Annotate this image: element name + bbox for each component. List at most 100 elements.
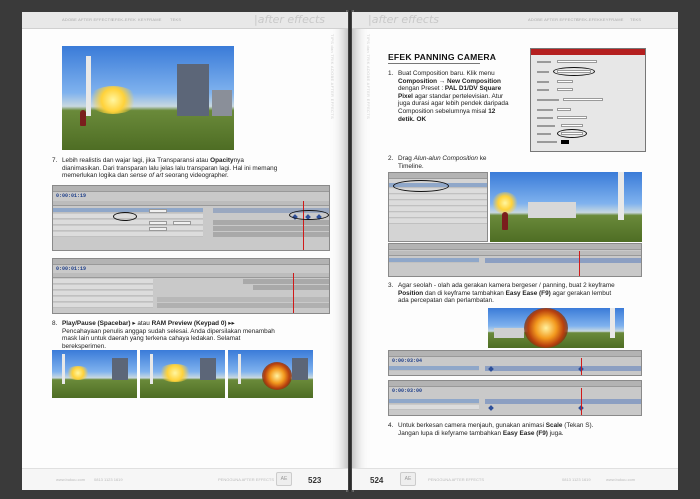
text-segment: memerlukan logika dan <box>62 172 130 180</box>
building <box>112 358 128 380</box>
layer-bar <box>485 258 641 263</box>
mode-dropdown <box>149 209 167 213</box>
timecode: 0:00:01:19 <box>56 266 87 272</box>
layer-row <box>53 285 153 290</box>
text-segment: Agar seolah - olah ada gerakan kamera be… <box>398 282 615 289</box>
project-item <box>389 219 487 224</box>
pixel-aspect-field <box>563 98 603 101</box>
panel-tabs <box>53 186 329 192</box>
timeline-screenshot: 0:00:03:00 <box>388 380 642 416</box>
text-segment: ada percepatan dan perlambatan. <box>398 297 494 305</box>
building <box>212 90 232 116</box>
text-segment: mask lain untuk daerah yang terkena caha… <box>62 335 241 343</box>
timeline-screenshot: 0:00:03:04 <box>388 350 642 376</box>
layer-bar <box>213 232 329 237</box>
text-bold: Easy Ease (F9) <box>502 429 548 437</box>
text-segment: dengan Preset : <box>398 85 445 93</box>
light-glow <box>88 86 138 114</box>
figure <box>502 212 508 230</box>
building <box>528 202 576 218</box>
text-segment: Untuk berkesan camera menjauh, gunakan a… <box>398 422 546 429</box>
panel-tabs <box>389 173 487 179</box>
text-italic: sense of art <box>129 172 164 180</box>
layer-bar <box>253 285 329 290</box>
footer-phone: 0813 1123 1619 <box>562 477 591 482</box>
layer-bar <box>157 303 329 308</box>
side-text: TIPS dan TRIK ADOBE AFTER EFFECTS <box>330 34 335 119</box>
step-7-text: Lebih realistis dan wajar lagi, jika Tra… <box>62 157 332 180</box>
layer-row <box>53 297 153 302</box>
header-tab: KEYFRAME <box>600 17 624 22</box>
project-item <box>389 195 487 200</box>
current-time-indicator <box>293 273 294 313</box>
layer-bar <box>213 226 329 231</box>
explosion <box>524 308 568 348</box>
footer-text: PENGGUNA AFTER EFFECTS <box>428 477 485 482</box>
building <box>292 358 308 380</box>
text-bold: Easy Ease (F9) <box>505 289 551 297</box>
text-segment: bereksperimen. <box>62 342 107 350</box>
background-color-swatch <box>561 140 569 144</box>
text-segment: Timeline. <box>398 162 424 170</box>
column-header <box>53 201 329 206</box>
panel-tabs <box>389 381 641 387</box>
project-item <box>389 213 487 218</box>
highlight-circle <box>113 212 137 221</box>
footer-text: PENGGUNA AFTER EFFECTS <box>218 477 275 482</box>
photo-lighting-effect <box>62 46 234 150</box>
text-bold: Position <box>398 289 424 297</box>
light-glow <box>158 364 192 382</box>
resolution-field <box>557 116 587 119</box>
highlight-circle <box>557 129 587 138</box>
left-page-footer: www.bukuu.com 0813 1123 1619 PENGGUNA AF… <box>22 468 348 490</box>
mode-dropdown <box>149 227 167 231</box>
current-time-indicator <box>581 388 582 415</box>
field-label <box>537 71 549 73</box>
layer-row <box>53 226 203 231</box>
text-bold: Composition → New Composition <box>398 77 501 85</box>
left-page: ADOBE AFTER EFFECTS EFEK-EFEK KEYFRAME T… <box>22 12 348 490</box>
panel-tabs <box>53 259 329 265</box>
text-bold: RAM Preview (Keypad 0) <box>151 320 227 327</box>
figure <box>80 110 86 126</box>
text-segment: ke <box>477 155 487 162</box>
keyframe <box>488 405 494 411</box>
step-2-text: Drag Alun-alun Composition ke Timeline. <box>398 155 518 170</box>
current-time-indicator <box>579 251 580 276</box>
light-glow <box>492 192 518 214</box>
monument-tower <box>150 354 153 384</box>
composition-settings-dialog <box>530 48 646 152</box>
monument-tower <box>618 172 624 220</box>
timeline-screenshot: 0:00:01:19 <box>52 258 330 314</box>
field-label <box>537 133 551 135</box>
text-bold: Opacity <box>210 157 234 164</box>
field-label <box>537 109 553 111</box>
frame-rate-field <box>557 108 571 111</box>
header-tab: ADOBE AFTER EFFECTS <box>528 17 580 22</box>
section-title: EFEK PANNING CAMERA <box>388 52 497 62</box>
explosion <box>262 362 292 390</box>
explosion-photo <box>488 308 624 348</box>
step-number: 4. <box>388 422 394 429</box>
text-segment: dan di keyframe tambahkan <box>423 289 506 297</box>
text-segment: seorang videographer. <box>163 172 229 180</box>
column-header <box>53 273 329 278</box>
header-tab: KEYFRAME <box>138 17 162 22</box>
monument-tower <box>86 56 91 116</box>
highlight-circle <box>289 210 329 220</box>
parent-dropdown <box>173 221 191 225</box>
column-header <box>389 251 641 256</box>
header-logo: |after effects <box>254 13 325 26</box>
building <box>200 358 216 380</box>
layer-row <box>389 366 479 371</box>
mode-dropdown <box>149 221 167 225</box>
text-segment: Composition sebelumnya misal <box>398 107 489 115</box>
height-field <box>557 88 573 91</box>
text-segment: atau <box>135 320 152 327</box>
step-number: 1. <box>388 70 394 77</box>
text-segment: Jangan lupa di kefyrame tambahkan <box>398 429 503 437</box>
layer-row <box>53 303 153 308</box>
layer-row <box>53 291 153 296</box>
text-segment: juga. <box>547 429 564 437</box>
text-segment: dianimasikan. Dari transparan lalu jelas… <box>62 164 278 172</box>
